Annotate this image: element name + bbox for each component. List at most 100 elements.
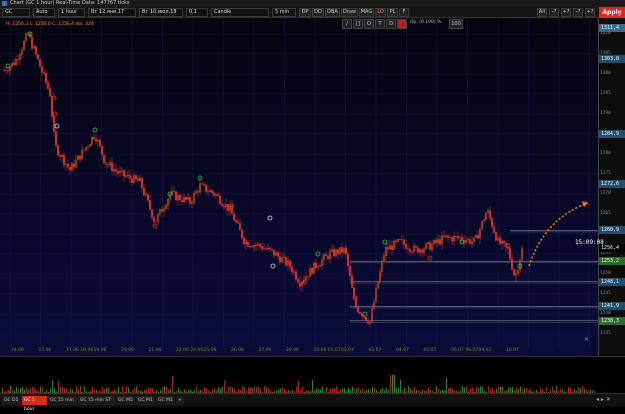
delete-tool-icon[interactable]: D <box>386 19 396 29</box>
line-tool-icon[interactable]: / <box>342 19 352 29</box>
circle-tool-icon[interactable]: O <box>364 19 374 29</box>
text-tool-icon[interactable]: T <box>375 19 385 29</box>
zoom-in-y-button[interactable]: +? <box>585 8 595 17</box>
price-level-tag: 1238,3 <box>599 316 625 325</box>
volume-bar <box>582 386 583 393</box>
candle-body <box>351 275 353 288</box>
interval-select[interactable]: 1 hour <box>58 8 85 17</box>
date-from-input[interactable]: Вт 12.янв.17 <box>88 8 136 17</box>
tab-nav-icon[interactable]: ◂ ▸ ✕ <box>596 396 611 403</box>
candle-body <box>91 137 93 145</box>
zoom-out-y-button[interactable]: -? <box>573 8 583 17</box>
candle-body <box>153 217 155 222</box>
candle-body <box>249 246 251 248</box>
dba-button[interactable]: DBA <box>325 8 340 17</box>
candle-body <box>311 267 313 274</box>
candle-body <box>483 219 485 222</box>
tab-gc-m1[interactable]: GC M1 <box>136 396 155 405</box>
candle-body <box>495 232 497 241</box>
date-to-input[interactable]: Вт 10.июл.18 <box>139 8 183 17</box>
candle-body <box>503 240 505 244</box>
candle-body <box>375 288 377 303</box>
candlestick-plot[interactable] <box>0 18 598 356</box>
pl-button[interactable]: PL <box>387 8 398 17</box>
volume-bar <box>58 381 59 393</box>
candle-body <box>393 240 395 250</box>
candle-body <box>103 154 105 164</box>
zoom-in-x-button[interactable]: +? <box>561 8 571 17</box>
candle-body <box>363 316 365 318</box>
tab-gc-1hour[interactable]: GC 1 hour <box>22 396 47 412</box>
candle-body <box>89 144 91 147</box>
candle-body <box>117 171 119 174</box>
candle-body <box>161 208 163 212</box>
candle-body <box>157 214 159 222</box>
candle-body <box>279 256 281 263</box>
tab-gc-15min-st[interactable]: GC 15 min ST <box>78 396 115 405</box>
candle-body <box>185 196 187 200</box>
volume-bar <box>196 386 197 393</box>
time-tick: 05.07 <box>422 348 438 353</box>
draw-param-input[interactable]: 100 <box>449 19 463 29</box>
candle-body <box>203 183 205 185</box>
f-button[interactable]: F <box>399 8 409 17</box>
candle-body <box>253 245 255 248</box>
volume-bar <box>392 375 393 393</box>
zoom-out-x-button[interactable]: -? <box>549 8 559 17</box>
volume-bar <box>172 376 173 393</box>
candle-body <box>297 279 299 283</box>
tab-gc-15min[interactable]: GC 15 min <box>48 396 77 405</box>
signal-marker <box>152 223 158 229</box>
mag-button[interactable]: MAG <box>359 8 374 17</box>
time-tick: 29.06 01.07 <box>312 348 342 353</box>
candle-body <box>321 259 323 266</box>
dp-button[interactable]: DP <box>299 8 311 17</box>
apply-button[interactable]: Apply <box>599 7 625 18</box>
step-input[interactable]: 0,1 <box>186 8 208 17</box>
draw-button[interactable]: Draw <box>341 8 358 17</box>
candle-body <box>361 313 363 317</box>
time-axis: 14.06 15.06 17.06 18.06 19.06 20.06 21.06 22.0… <box>0 346 598 356</box>
signal-marker <box>382 239 388 245</box>
all-button[interactable]: All <box>537 8 547 17</box>
period-select[interactable]: 5 min <box>272 8 296 17</box>
candle-body <box>139 177 141 182</box>
candle-body <box>7 70 9 72</box>
volume-bar <box>298 380 299 393</box>
volume-bars <box>2 375 595 393</box>
time-tick: 10.07 <box>505 348 520 353</box>
close-icon[interactable]: ✕ <box>584 336 592 344</box>
tab-gc-m5[interactable]: GC M5 <box>116 396 135 405</box>
price-axis[interactable]: 1310130513001295129012851280127512701265… <box>598 18 625 356</box>
dd-button[interactable]: DD <box>312 8 324 17</box>
candle-body <box>67 163 69 168</box>
lo-button[interactable]: LO <box>375 8 386 17</box>
candle-body <box>215 194 217 196</box>
tab-gc-m1-2[interactable]: GC M1 <box>156 396 175 405</box>
price-chart[interactable] <box>0 18 598 356</box>
tab-add-button[interactable]: + <box>176 396 184 405</box>
candle-body <box>339 247 341 255</box>
candle-body <box>169 193 171 200</box>
tab-gc-d1[interactable]: GC D1 <box>2 396 21 405</box>
volume-bar <box>446 378 447 393</box>
volume-bar <box>80 386 81 393</box>
candle-body <box>33 46 35 49</box>
rect-tool-icon[interactable]: [] <box>353 19 363 29</box>
chart-style-select[interactable]: Candle <box>211 8 269 17</box>
candle-body <box>181 199 183 202</box>
candle-body <box>485 212 487 220</box>
candle-body <box>151 209 153 218</box>
candle-body <box>269 247 271 250</box>
candle-body <box>429 242 431 250</box>
volume-bar <box>488 386 489 393</box>
candle-body <box>371 308 373 323</box>
symbol-input[interactable]: GC <box>2 8 30 17</box>
color-swatch[interactable] <box>397 19 407 29</box>
candle-body <box>359 312 361 314</box>
candle-body <box>293 271 295 273</box>
mode-select[interactable]: Auto <box>33 8 55 17</box>
price-level-tag: 1303,8 <box>599 54 625 63</box>
candle-body <box>141 177 143 189</box>
volume-bar <box>264 386 265 393</box>
